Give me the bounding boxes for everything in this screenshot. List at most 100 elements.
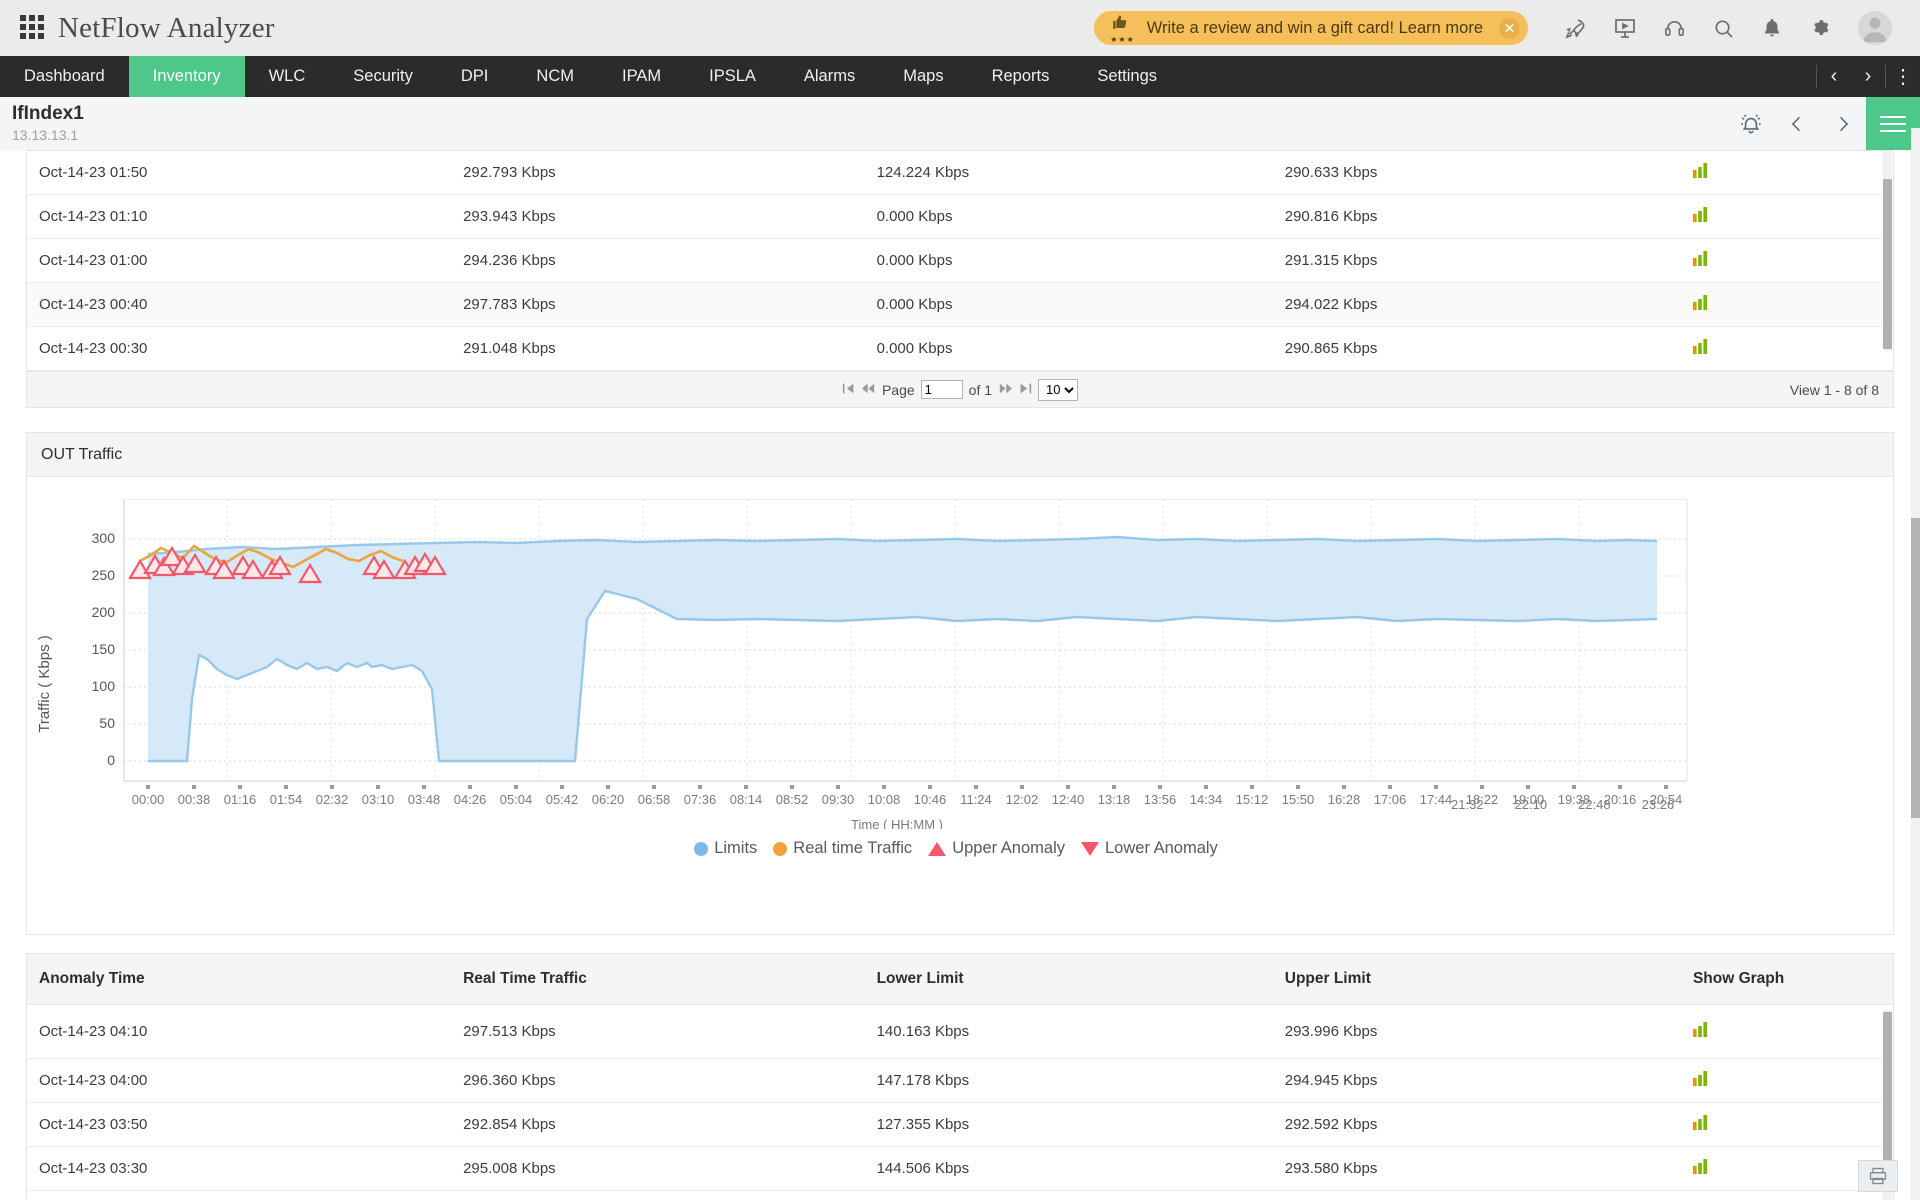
presentation-video-icon[interactable] xyxy=(1613,16,1637,40)
cell-real-time-traffic: 292.793 Kbps xyxy=(451,151,865,195)
alarm-bell-icon[interactable] xyxy=(1728,97,1774,151)
svg-text:200: 200 xyxy=(92,604,116,620)
cell-show-graph[interactable] xyxy=(1680,326,1893,371)
table-row[interactable]: Oct-14-23 01:50 292.793 Kbps 124.224 Kbp… xyxy=(27,151,1893,195)
xtick-2210: 22:10 xyxy=(1514,797,1548,812)
column-header-upper-limit[interactable]: Upper Limit xyxy=(1272,954,1681,1005)
column-header-show-graph[interactable]: Show Graph xyxy=(1680,954,1893,1005)
nav-item-ipsla[interactable]: IPSLA xyxy=(685,56,780,97)
bar-chart-icon[interactable] xyxy=(1692,339,1709,358)
cell-show-graph[interactable] xyxy=(1680,1004,1893,1059)
first-page-icon[interactable] xyxy=(842,382,855,398)
legend-item-real-time-traffic[interactable]: Real time Traffic xyxy=(773,839,912,858)
nav-item-ipam[interactable]: IPAM xyxy=(598,56,685,97)
column-header-real-time-traffic[interactable]: Real Time Traffic xyxy=(451,954,865,1005)
svg-text:150: 150 xyxy=(92,641,116,657)
bar-chart-icon[interactable] xyxy=(1692,251,1709,270)
cell-real-time-traffic: 292.854 Kbps xyxy=(451,1102,865,1147)
bar-chart-icon[interactable] xyxy=(1692,1022,1709,1041)
grid-apps-icon[interactable] xyxy=(20,15,46,41)
svg-text:10:08: 10:08 xyxy=(868,792,901,807)
pager-page-input[interactable] xyxy=(920,380,963,399)
page-subheader: IfIndex1 13.13.13.1 xyxy=(0,96,1920,151)
anomaly-table: Anomaly Time Real Time Traffic Lower Lim… xyxy=(27,954,1893,1200)
notification-bell-icon[interactable] xyxy=(1761,17,1783,39)
bar-chart-icon[interactable] xyxy=(1692,207,1709,226)
nav-item-dashboard[interactable]: Dashboard xyxy=(0,56,129,97)
table-row[interactable]: Oct-14-23 02:30 289.614 Kbps 152.974 Kbp… xyxy=(27,1190,1893,1200)
chevron-left-icon[interactable]: ‹ xyxy=(1817,56,1851,97)
nav-item-inventory[interactable]: Inventory xyxy=(128,56,245,97)
column-header-anomaly-time[interactable]: Anomaly Time xyxy=(27,954,452,1005)
bar-chart-icon[interactable] xyxy=(1692,1159,1709,1178)
last-page-icon[interactable] xyxy=(1019,382,1032,398)
nav-item-wlc[interactable]: WLC xyxy=(245,56,330,97)
cell-show-graph[interactable] xyxy=(1680,1102,1893,1147)
legend-item-upper-anomaly[interactable]: Upper Anomaly xyxy=(928,839,1065,858)
cell-lower-limit: 140.163 Kbps xyxy=(864,1004,1273,1059)
search-icon[interactable] xyxy=(1712,17,1735,40)
nav-item-settings[interactable]: Settings xyxy=(1073,56,1181,97)
cell-show-graph[interactable] xyxy=(1680,151,1893,195)
promo-text: Write a review and win a gift card! Lear… xyxy=(1146,18,1483,37)
prev-page-icon[interactable] xyxy=(861,382,876,398)
nav-item-maps[interactable]: Maps xyxy=(879,56,967,97)
cell-show-graph[interactable] xyxy=(1680,282,1893,327)
rocket-icon[interactable] xyxy=(1564,17,1587,40)
table-scrollbar[interactable] xyxy=(1883,151,1892,351)
cell-anomaly-time: Oct-14-23 01:00 xyxy=(27,238,452,283)
nav-item-alarms[interactable]: Alarms xyxy=(780,56,879,97)
subheader-next-button[interactable] xyxy=(1820,97,1866,151)
nav-controls: ‹ › ⋮ xyxy=(1816,56,1920,97)
nav-item-security[interactable]: Security xyxy=(329,56,437,97)
subheader-prev-button[interactable] xyxy=(1774,97,1820,151)
cell-lower-limit: 0.000 Kbps xyxy=(864,194,1273,239)
thumbs-up-icon: ★★★ xyxy=(1110,13,1135,44)
chart-legend: Limits Real time Traffic Upper Anomaly L… xyxy=(27,839,1893,864)
cell-show-graph[interactable] xyxy=(1680,238,1893,283)
legend-item-limits[interactable]: Limits xyxy=(694,839,757,858)
vertical-dots-icon[interactable]: ⋮ xyxy=(1886,56,1920,97)
nav-item-ncm[interactable]: NCM xyxy=(512,56,598,97)
close-icon[interactable]: ✕ xyxy=(1499,17,1520,39)
headset-support-icon[interactable] xyxy=(1663,17,1686,40)
pager-page-size-select[interactable]: 10 xyxy=(1038,378,1079,401)
table-row[interactable]: Oct-14-23 00:30 291.048 Kbps 0.000 Kbps … xyxy=(27,326,1893,371)
nav-item-dpi[interactable]: DPI xyxy=(437,56,513,97)
cell-upper-limit: 293.996 Kbps xyxy=(1272,1004,1681,1059)
table-row[interactable]: Oct-14-23 03:50 292.854 Kbps 127.355 Kbp… xyxy=(27,1102,1893,1147)
cell-real-time-traffic: 295.008 Kbps xyxy=(451,1146,865,1191)
table-row[interactable]: Oct-14-23 01:10 293.943 Kbps 0.000 Kbps … xyxy=(27,194,1893,239)
xtick-2248: 22:48 xyxy=(1578,797,1611,812)
cell-lower-limit: 144.506 Kbps xyxy=(864,1146,1273,1191)
table-row[interactable]: Oct-14-23 04:10 297.513 Kbps 140.163 Kbp… xyxy=(27,1004,1893,1059)
settings-gear-icon[interactable] xyxy=(1809,17,1832,40)
table-row[interactable]: Oct-14-23 00:40 297.783 Kbps 0.000 Kbps … xyxy=(27,282,1893,327)
bar-chart-icon[interactable] xyxy=(1692,295,1709,314)
cell-anomaly-time: Oct-14-23 04:10 xyxy=(27,1004,452,1059)
print-icon[interactable] xyxy=(1858,1160,1898,1192)
bar-chart-icon[interactable] xyxy=(1692,1115,1709,1134)
cell-show-graph[interactable] xyxy=(1680,1058,1893,1103)
in-traffic-table-panel: Oct-14-23 01:50 292.793 Kbps 124.224 Kbp… xyxy=(26,150,1894,408)
table-row[interactable]: Oct-14-23 04:00 296.360 Kbps 147.178 Kbp… xyxy=(27,1058,1893,1103)
table-row[interactable]: Oct-14-23 03:30 295.008 Kbps 144.506 Kbp… xyxy=(27,1146,1893,1191)
legend-item-lower-anomaly[interactable]: Lower Anomaly xyxy=(1081,839,1218,858)
legend-marker-triangle-up-icon xyxy=(928,841,947,856)
next-page-icon[interactable] xyxy=(998,382,1013,398)
user-avatar[interactable] xyxy=(1858,11,1892,45)
table-row[interactable]: Oct-14-23 01:00 294.236 Kbps 0.000 Kbps … xyxy=(27,238,1893,283)
svg-text:01:16: 01:16 xyxy=(224,792,257,807)
bar-chart-icon[interactable] xyxy=(1692,1071,1709,1090)
cell-show-graph[interactable] xyxy=(1680,194,1893,239)
promo-banner[interactable]: ★★★ Write a review and win a gift card! … xyxy=(1094,11,1528,45)
chevron-right-icon[interactable]: › xyxy=(1851,56,1885,97)
cell-lower-limit: 124.224 Kbps xyxy=(864,151,1273,195)
out-traffic-chart[interactable]: Traffic ( Kbps ) 300 250 200 150 100 50 … xyxy=(27,499,1893,934)
bar-chart-icon[interactable] xyxy=(1692,163,1709,182)
svg-text:02:32: 02:32 xyxy=(316,792,349,807)
column-header-lower-limit[interactable]: Lower Limit xyxy=(864,954,1273,1005)
svg-text:01:54: 01:54 xyxy=(270,792,303,807)
nav-item-reports[interactable]: Reports xyxy=(968,56,1074,97)
page-scrollbar[interactable] xyxy=(1911,128,1920,1200)
